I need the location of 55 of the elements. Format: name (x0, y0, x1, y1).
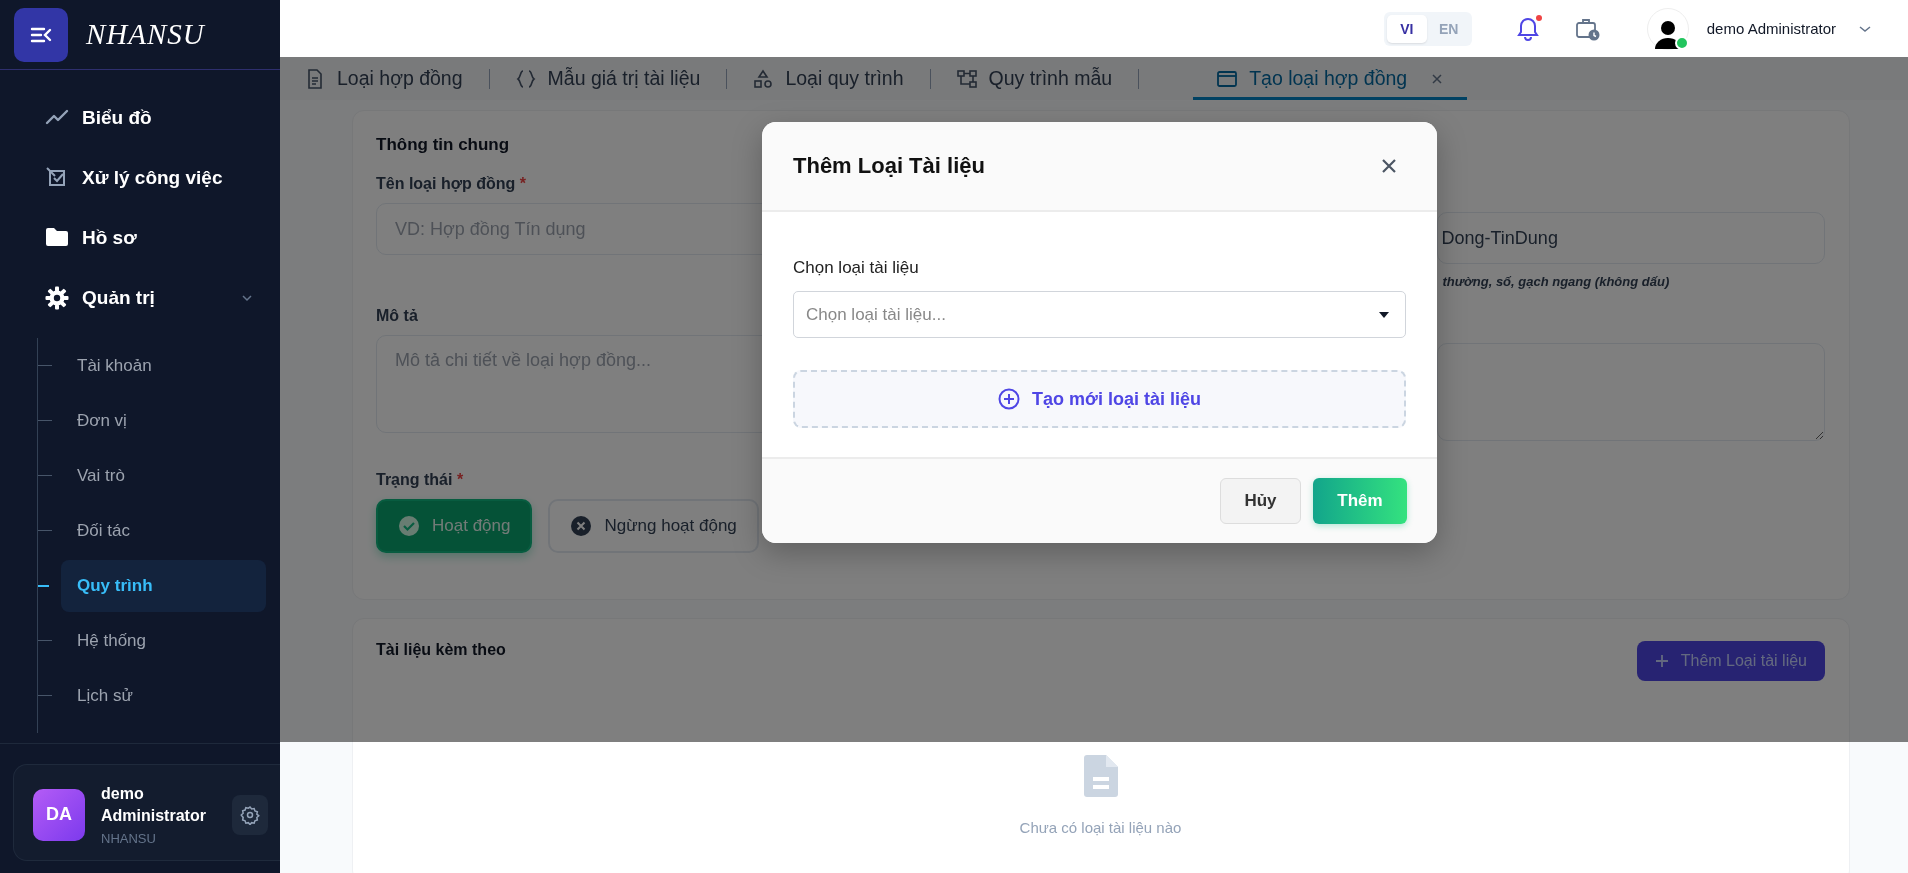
select-field[interactable]: Chọn loại tài liệu... (793, 291, 1406, 338)
submenu-item[interactable]: Quy trình (61, 559, 266, 612)
tab[interactable]: Mẫu giá trị tài liệu (515, 57, 727, 100)
field-label: Tên loại hợp đồng * (376, 175, 527, 193)
window-icon (1217, 68, 1238, 89)
tab[interactable]: Loại hợp đồng (305, 57, 489, 100)
field-label: Chọn loại tài liệu (793, 258, 920, 278)
menu-item[interactable]: Hồ sơ (0, 208, 280, 268)
menu-item[interactable]: Quản trị (0, 268, 280, 328)
submenu-item[interactable]: Hệ thống (61, 614, 266, 667)
field-label: Trạng thái * (376, 471, 464, 489)
document-icon (1083, 755, 1118, 797)
create-document-type-button[interactable]: Tạo mới loại tài liệu (793, 370, 1406, 428)
menu-item[interactable]: Biểu đồ (0, 88, 280, 148)
language-option[interactable]: VI (1386, 14, 1427, 43)
document-icon (305, 68, 325, 89)
shapes-icon (753, 68, 774, 89)
submenu-item[interactable]: Lịch sử (61, 669, 266, 722)
check-circle-icon (398, 515, 420, 537)
input-field[interactable]: Dong-TinDung (1436, 212, 1825, 264)
tab[interactable]: Quy trình mẫu (956, 57, 1139, 100)
flowchart-icon (956, 68, 977, 89)
x-circle-icon (570, 515, 593, 537)
settings-icon (240, 804, 260, 825)
submenu-item[interactable]: Đơn vị (61, 394, 266, 447)
menu-toggle-button[interactable] (14, 7, 68, 62)
modal-title: Thêm Loại Tài liệu (793, 153, 985, 179)
menu-item[interactable]: Xử lý công việc (0, 148, 280, 208)
user-avatar: DA (33, 788, 85, 841)
menu-icon (30, 25, 52, 44)
section-title: Thông tin chung (376, 135, 511, 155)
bell-icon (1516, 16, 1539, 41)
field-label: Mô tả (376, 307, 418, 325)
settings-button[interactable] (232, 794, 268, 835)
cancel-button[interactable]: Hủy (1220, 478, 1301, 524)
user-org: NHANSU (101, 831, 157, 846)
caret-icon (1379, 311, 1389, 318)
braces-icon (515, 68, 536, 89)
notifications-button[interactable] (1516, 16, 1539, 41)
submenu-item[interactable]: Tài khoản (61, 339, 266, 392)
tab[interactable]: Loại quy trình (753, 57, 930, 100)
user-name[interactable]: demo Administrator (1706, 20, 1836, 37)
section-title: Tài liệu kèm theo (376, 641, 506, 659)
status-option[interactable]: Ngừng hoạt động (548, 499, 759, 553)
user-name: demo Administrator (101, 784, 207, 826)
submenu-item[interactable]: Vai trò (61, 449, 266, 502)
plus-icon (1654, 654, 1669, 668)
submenu-item[interactable]: Đối tác (61, 504, 266, 557)
textarea-field[interactable] (1436, 343, 1825, 441)
field-hint: thường, số, gạch ngang (không dấu) (1442, 274, 1671, 289)
settings-icon (45, 286, 69, 310)
empty-message: Chưa có loại tài liệu nào (1019, 819, 1182, 836)
close-icon[interactable] (1381, 158, 1397, 174)
plus-circle-icon (998, 388, 1021, 410)
brand-name: NHANSU (86, 18, 205, 51)
